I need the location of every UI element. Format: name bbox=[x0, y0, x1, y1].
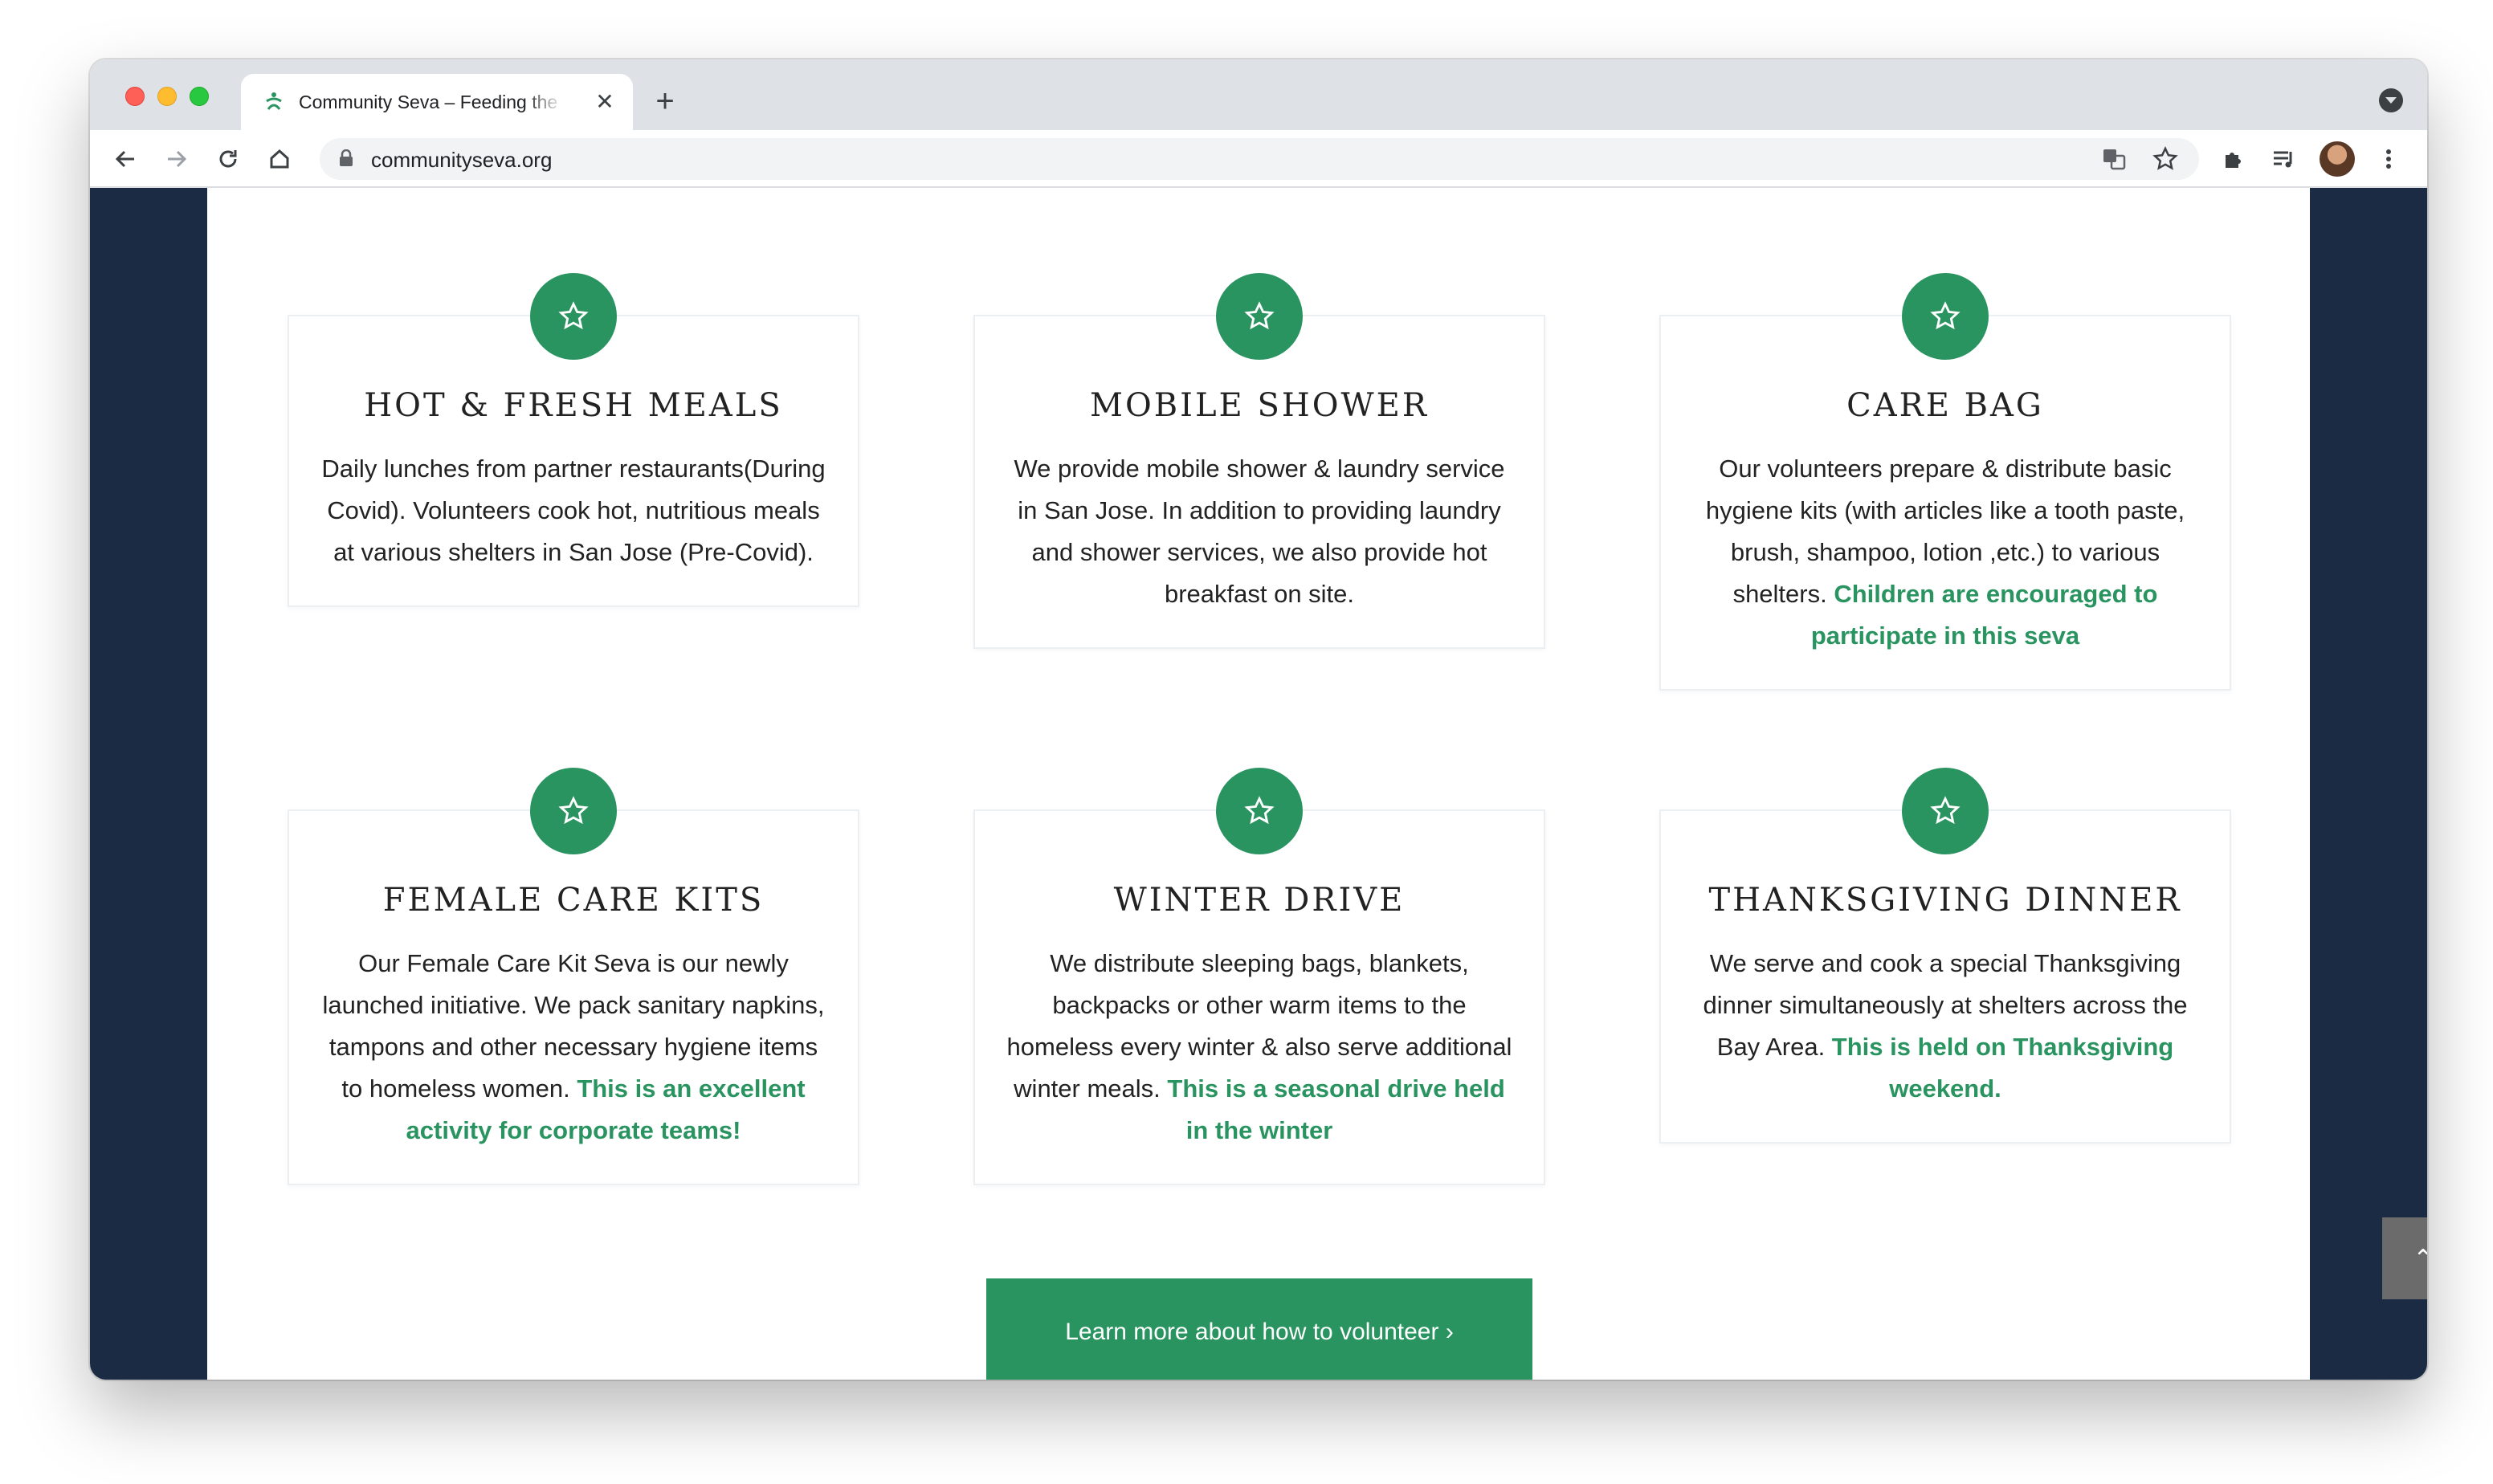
card-title: MOBILE SHOWER bbox=[1090, 387, 1429, 424]
lock-icon[interactable] bbox=[339, 149, 353, 167]
service-card-mobile-shower: MOBILE SHOWER We provide mobile shower &… bbox=[973, 273, 1545, 649]
card-title: WINTER DRIVE bbox=[1113, 882, 1406, 919]
card-highlight[interactable]: This is a seasonal drive held in the win… bbox=[1167, 1074, 1504, 1144]
card-title: FEMALE CARE KITS bbox=[382, 882, 765, 919]
star-icon bbox=[530, 273, 617, 360]
tab-title: Community Seva – Feeding the Homeless bbox=[299, 92, 564, 112]
service-card-thanksgiving-dinner: THANKSGIVING DINNER We serve and cook a … bbox=[1659, 768, 2231, 1144]
browser-toolbar: communityseva.org bbox=[90, 130, 2427, 188]
service-card-female-care-kits: FEMALE CARE KITS Our Female Care Kit Sev… bbox=[288, 768, 859, 1185]
avatar[interactable] bbox=[2320, 141, 2355, 177]
card-text: We provide mobile shower & laundry servi… bbox=[1014, 455, 1505, 608]
translate-icon[interactable] bbox=[2099, 145, 2128, 173]
star-icon bbox=[1216, 768, 1303, 854]
star-icon bbox=[530, 768, 617, 854]
menu-icon[interactable] bbox=[2371, 141, 2406, 177]
card-highlight[interactable]: Children are encouraged to participate i… bbox=[1811, 580, 2158, 650]
tab-search-icon[interactable] bbox=[2379, 88, 2403, 112]
card-title: CARE BAG bbox=[1846, 387, 2044, 424]
scroll-to-top-button[interactable]: ⌃ bbox=[2382, 1217, 2427, 1299]
extensions-icon[interactable] bbox=[2215, 141, 2250, 177]
star-icon bbox=[1216, 273, 1303, 360]
card-description: Daily lunches from partner restaurants(D… bbox=[320, 448, 827, 573]
card-description: Our Female Care Kit Seva is our newly la… bbox=[320, 943, 827, 1152]
minimize-window-button[interactable] bbox=[157, 87, 177, 106]
forward-icon[interactable] bbox=[159, 141, 194, 177]
service-card-care-bag: CARE BAG Our volunteers prepare & distri… bbox=[1659, 273, 2231, 691]
star-icon bbox=[1902, 273, 1989, 360]
chevron-up-icon: ⌃ bbox=[2413, 1245, 2427, 1272]
tab-strip: Community Seva – Feeding the Homeless ✕ … bbox=[90, 59, 2427, 130]
reload-icon[interactable] bbox=[210, 141, 246, 177]
bookmark-star-icon[interactable] bbox=[2151, 145, 2180, 173]
service-card-winter-drive: WINTER DRIVE We distribute sleeping bags… bbox=[973, 768, 1545, 1185]
home-icon[interactable] bbox=[262, 141, 297, 177]
card-description: Our volunteers prepare & distribute basi… bbox=[1691, 448, 2199, 657]
card-highlight[interactable]: This is held on Thanksgiving weekend. bbox=[1832, 1033, 2173, 1103]
card-title: HOT & FRESH MEALS bbox=[364, 387, 783, 424]
service-card-hot-fresh-meals: HOT & FRESH MEALS Daily lunches from par… bbox=[288, 273, 859, 607]
maximize-window-button[interactable] bbox=[190, 87, 209, 106]
page-viewport: HOT & FRESH MEALS Daily lunches from par… bbox=[90, 188, 2427, 1380]
learn-more-volunteer-button[interactable]: Learn more about how to volunteer › bbox=[986, 1278, 1532, 1380]
reading-list-icon[interactable] bbox=[2267, 141, 2302, 177]
browser-window: Community Seva – Feeding the Homeless ✕ … bbox=[90, 59, 2427, 1380]
close-window-button[interactable] bbox=[125, 87, 145, 106]
card-text: Daily lunches from partner restaurants(D… bbox=[321, 455, 826, 566]
card-description: We serve and cook a special Thanksgiving… bbox=[1691, 943, 2199, 1110]
page-content: HOT & FRESH MEALS Daily lunches from par… bbox=[207, 188, 2427, 1380]
card-title: THANKSGIVING DINNER bbox=[1708, 882, 2182, 919]
community-seva-favicon-icon bbox=[266, 92, 282, 110]
tab-community-seva[interactable]: Community Seva – Feeding the Homeless ✕ bbox=[241, 74, 633, 130]
address-bar[interactable]: communityseva.org bbox=[320, 138, 2199, 180]
star-icon bbox=[1902, 768, 1989, 854]
tab-close-icon[interactable]: ✕ bbox=[591, 88, 618, 116]
new-tab-button[interactable]: + bbox=[647, 85, 683, 120]
back-icon[interactable] bbox=[108, 141, 143, 177]
card-description: We provide mobile shower & laundry servi… bbox=[1006, 448, 1513, 615]
url-text[interactable]: communityseva.org bbox=[371, 148, 552, 173]
card-description: We distribute sleeping bags, blankets, b… bbox=[1006, 943, 1513, 1152]
